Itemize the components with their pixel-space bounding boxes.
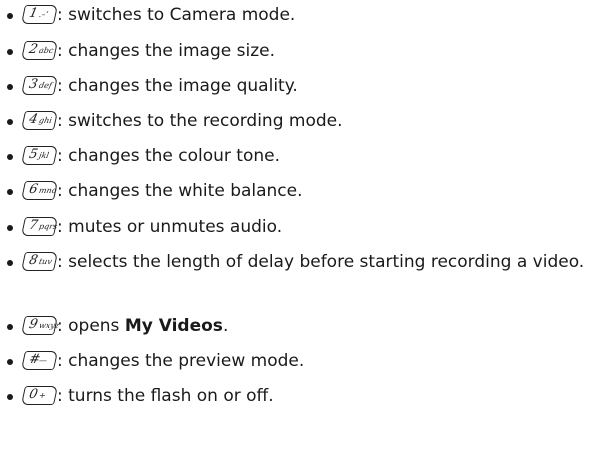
key-3-icon: 3 def	[20, 76, 59, 95]
my-videos-label: My Videos	[124, 316, 223, 336]
bullet-icon	[7, 84, 13, 90]
item-text: : mutes or unmutes audio.	[57, 217, 283, 237]
item-text: : changes the image quality.	[57, 76, 298, 96]
key-1-icon: 1 .–’	[20, 5, 59, 24]
item-text: : turns the flash on or off.	[57, 386, 274, 406]
bullet-icon	[7, 394, 13, 400]
key-0-icon: 0 +	[20, 386, 59, 405]
item-text: : changes the image size.	[57, 41, 275, 61]
bullet-icon	[7, 154, 13, 160]
item-text: : changes the preview mode.	[57, 351, 305, 371]
item-text: : switches to the recording mode.	[57, 111, 343, 131]
bullet-icon	[7, 189, 13, 195]
item-text: : opens My Videos.	[57, 316, 229, 336]
key-2-icon: 2 abc	[20, 41, 59, 60]
key-6-icon: 6 mno	[20, 181, 59, 200]
item-text: : selects the length of delay before sta…	[57, 252, 585, 272]
bullet-icon	[7, 324, 13, 330]
item-text: : changes the white balance.	[57, 181, 303, 201]
key-7-icon: 7 pqrs	[20, 217, 58, 236]
bullet-icon	[7, 359, 13, 365]
key-4-icon: 4 ghi	[20, 111, 59, 130]
item-text: : changes the colour tone.	[57, 146, 281, 166]
bullet-icon	[7, 49, 13, 55]
bullet-icon	[7, 13, 13, 19]
key-8-icon: 8 tuv	[20, 252, 59, 271]
key-9-icon: 9 wxyz	[20, 316, 60, 335]
bullet-icon	[7, 260, 13, 266]
bullet-icon	[7, 119, 13, 125]
key-hash-icon: # —	[20, 351, 59, 370]
key-5-icon: 5 jkl	[20, 146, 59, 165]
bullet-icon	[7, 225, 13, 231]
item-text: : switches to Camera mode.	[57, 5, 296, 25]
